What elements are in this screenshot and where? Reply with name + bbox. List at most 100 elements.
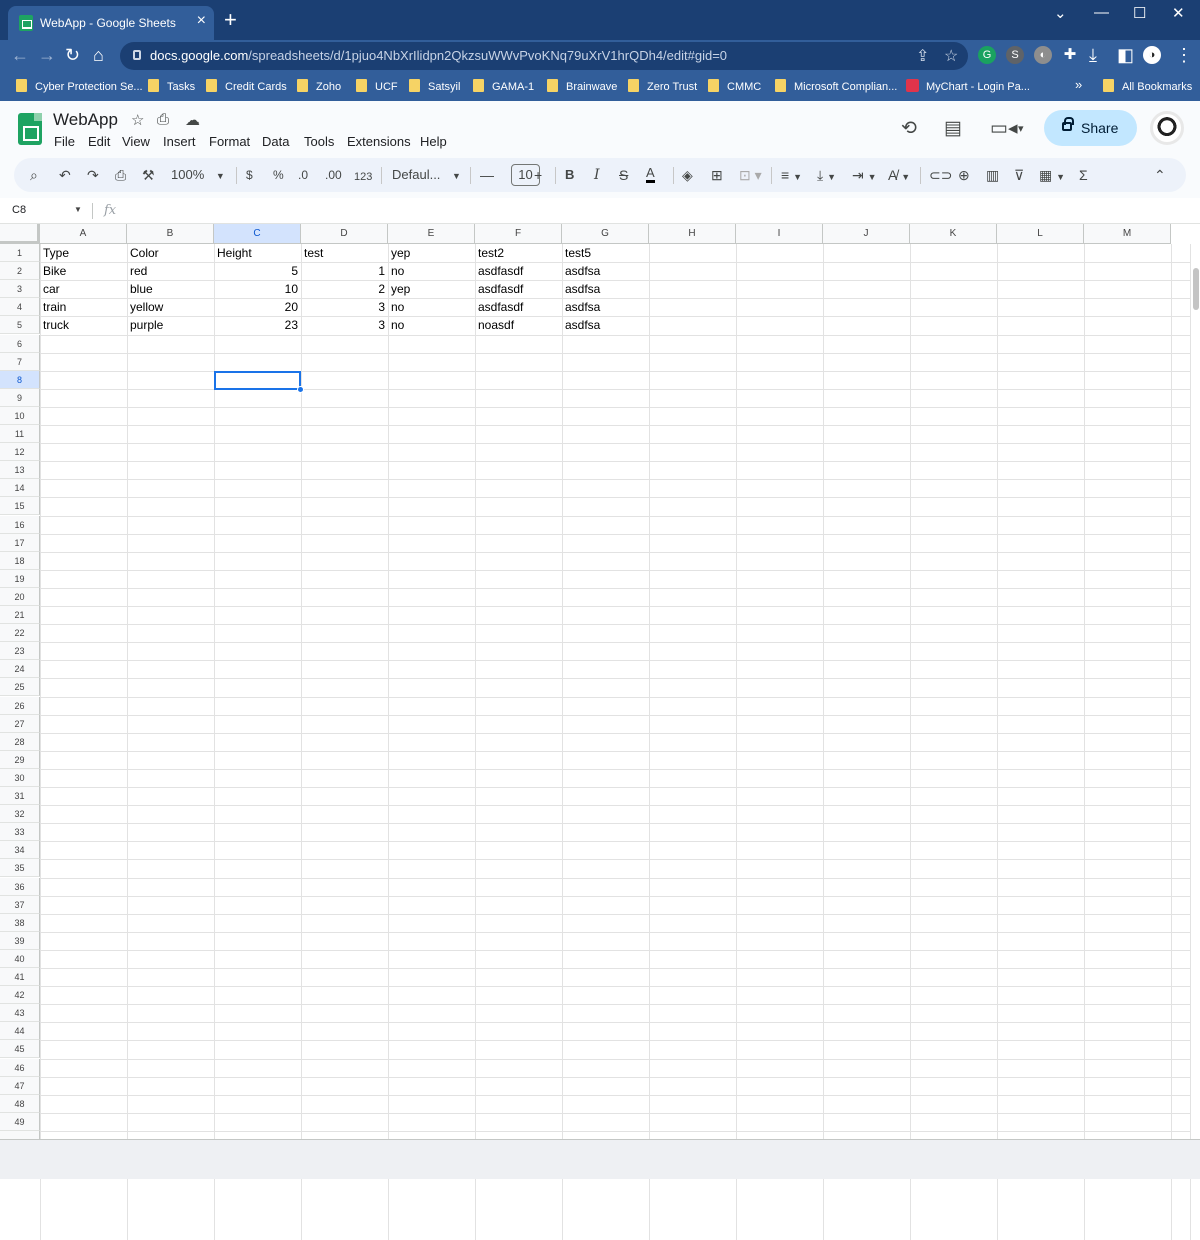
menu-insert[interactable]: Insert	[163, 134, 196, 149]
column-header[interactable]: E	[388, 224, 475, 244]
table-cell[interactable]: asdfsa	[562, 298, 649, 316]
row-header[interactable]: 15	[0, 497, 40, 515]
menu-help[interactable]: Help	[420, 134, 447, 149]
row-header[interactable]: 48	[0, 1095, 40, 1113]
more-formats-button[interactable]: 123	[354, 168, 372, 186]
name-box[interactable]: C8	[12, 204, 26, 216]
url-text[interactable]: docs.google.com/spreadsheets/d/1pjuo4NbX…	[150, 48, 727, 63]
row-header[interactable]: 20	[0, 588, 40, 606]
fill-handle[interactable]	[297, 386, 304, 393]
row-header[interactable]: 19	[0, 570, 40, 588]
decrease-decimal-button[interactable]: .0	[298, 166, 308, 184]
column-header[interactable]: K	[910, 224, 997, 244]
browser-menu-icon[interactable]: ⋮	[1175, 45, 1193, 65]
functions-button[interactable]: Σ	[1079, 166, 1088, 184]
move-folder-icon[interactable]: ⎙	[157, 111, 169, 128]
table-cell[interactable]: Bike	[40, 262, 127, 280]
menu-extensions[interactable]: Extensions	[347, 134, 411, 149]
table-cell[interactable]: purple	[127, 316, 214, 334]
bookmark-item[interactable]: Tasks	[148, 79, 195, 93]
table-cell[interactable]: no	[388, 316, 475, 334]
row-header[interactable]: 21	[0, 606, 40, 624]
row-header[interactable]: 26	[0, 697, 40, 715]
address-bar[interactable]: docs.google.com/spreadsheets/d/1pjuo4NbX…	[120, 42, 968, 70]
paint-format-icon[interactable]: ⚒	[142, 166, 155, 184]
spreadsheet-grid[interactable]: 1 2 3 4 5 6 7 8 9 10 11 12 13 14 15 16 17 18 19 20 21 22 23 24 2…	[0, 224, 1200, 1240]
vertical-scrollbar[interactable]	[1190, 244, 1200, 1240]
new-tab-icon[interactable]: +	[224, 9, 237, 31]
row-header[interactable]: 44	[0, 1022, 40, 1040]
column-header[interactable]: I	[736, 224, 823, 244]
bookmark-item[interactable]: CMMC	[708, 79, 761, 93]
more-bookmarks-button[interactable]: »	[1075, 77, 1082, 92]
row-header[interactable]: 33	[0, 823, 40, 841]
row-header[interactable]: 32	[0, 805, 40, 823]
borders-icon[interactable]: ⊞	[711, 166, 723, 184]
table-cell[interactable]: test2	[475, 244, 562, 262]
grammarly-extension-icon[interactable]: G	[978, 46, 996, 64]
menu-data[interactable]: Data	[262, 134, 289, 149]
row-header[interactable]: 17	[0, 534, 40, 552]
row-header[interactable]: 29	[0, 751, 40, 769]
print-icon[interactable]: ⎙	[115, 166, 126, 184]
row-header[interactable]: 27	[0, 715, 40, 733]
row-header[interactable]: 13	[0, 461, 40, 479]
select-all-corner[interactable]	[0, 224, 40, 244]
table-cell[interactable]: test5	[562, 244, 649, 262]
minimize-icon[interactable]: —	[1094, 4, 1109, 21]
cloud-status-icon[interactable]: ☁	[185, 111, 200, 129]
row-header[interactable]: 22	[0, 624, 40, 642]
document-title[interactable]: WebApp	[53, 110, 118, 130]
collapse-menus-icon[interactable]: ⌃	[1154, 166, 1166, 184]
column-header[interactable]: D	[301, 224, 388, 244]
scrollbar-thumb[interactable]	[1193, 268, 1199, 310]
row-header[interactable]: 6	[0, 335, 40, 353]
table-cell[interactable]: yep	[388, 280, 475, 298]
menu-file[interactable]: File	[54, 134, 75, 149]
share-button[interactable]: Share	[1044, 110, 1137, 146]
row-header[interactable]: 10	[0, 407, 40, 425]
meet-video-icon[interactable]: ▭◂	[990, 117, 1018, 140]
bookmark-item[interactable]: Brainwave	[547, 79, 617, 93]
row-header[interactable]: 45	[0, 1040, 40, 1058]
all-bookmarks-item[interactable]: All Bookmarks	[1103, 79, 1192, 93]
extensions-puzzle-icon[interactable]: ✚	[1061, 46, 1079, 64]
table-cell[interactable]: 2	[301, 280, 388, 298]
account-avatar[interactable]	[1150, 111, 1184, 145]
row-header[interactable]: 40	[0, 950, 40, 968]
share-page-icon[interactable]: ⇪	[916, 46, 929, 66]
row-header[interactable]: 28	[0, 733, 40, 751]
table-cell[interactable]: 10	[214, 280, 301, 298]
row-header[interactable]: 12	[0, 443, 40, 461]
table-cell[interactable]: truck	[40, 316, 127, 334]
row-header[interactable]: 11	[0, 425, 40, 443]
row-header[interactable]: 23	[0, 642, 40, 660]
table-cell[interactable]: car	[40, 280, 127, 298]
menu-edit[interactable]: Edit	[88, 134, 110, 149]
close-tab-icon[interactable]: ×	[197, 12, 206, 30]
table-cell[interactable]: 3	[301, 298, 388, 316]
row-header[interactable]: 24	[0, 660, 40, 678]
bookmark-item[interactable]: Credit Cards	[206, 79, 287, 93]
name-box-dropdown-icon[interactable]: ▼	[74, 205, 82, 214]
extension-icon[interactable]: ◐	[1034, 46, 1052, 64]
row-header[interactable]: 41	[0, 968, 40, 986]
bookmark-item[interactable]: Zoho	[297, 79, 341, 93]
insert-chart-icon[interactable]: ▥	[986, 166, 999, 184]
text-color-button[interactable]: A	[646, 166, 655, 183]
bold-button[interactable]: B	[565, 166, 574, 184]
bookmark-item[interactable]: Microsoft Complian...	[775, 79, 897, 93]
column-header[interactable]: F	[475, 224, 562, 244]
decrease-font-size-icon[interactable]: —	[480, 166, 494, 184]
comments-icon[interactable]: ▤	[944, 117, 962, 140]
tab-search-icon[interactable]: ⌄	[1054, 4, 1067, 22]
text-wrapping-icon[interactable]: ⇥ ▼	[852, 166, 877, 186]
column-header[interactable]: L	[997, 224, 1084, 244]
row-header[interactable]: 30	[0, 769, 40, 787]
downloads-icon[interactable]: ⤓	[1089, 45, 1097, 65]
row-header[interactable]: 8	[0, 371, 40, 389]
table-cell[interactable]: 20	[214, 298, 301, 316]
row-header[interactable]: 7	[0, 353, 40, 371]
table-cell[interactable]: asdfasdf	[475, 280, 562, 298]
currency-format-button[interactable]: $	[246, 166, 253, 184]
